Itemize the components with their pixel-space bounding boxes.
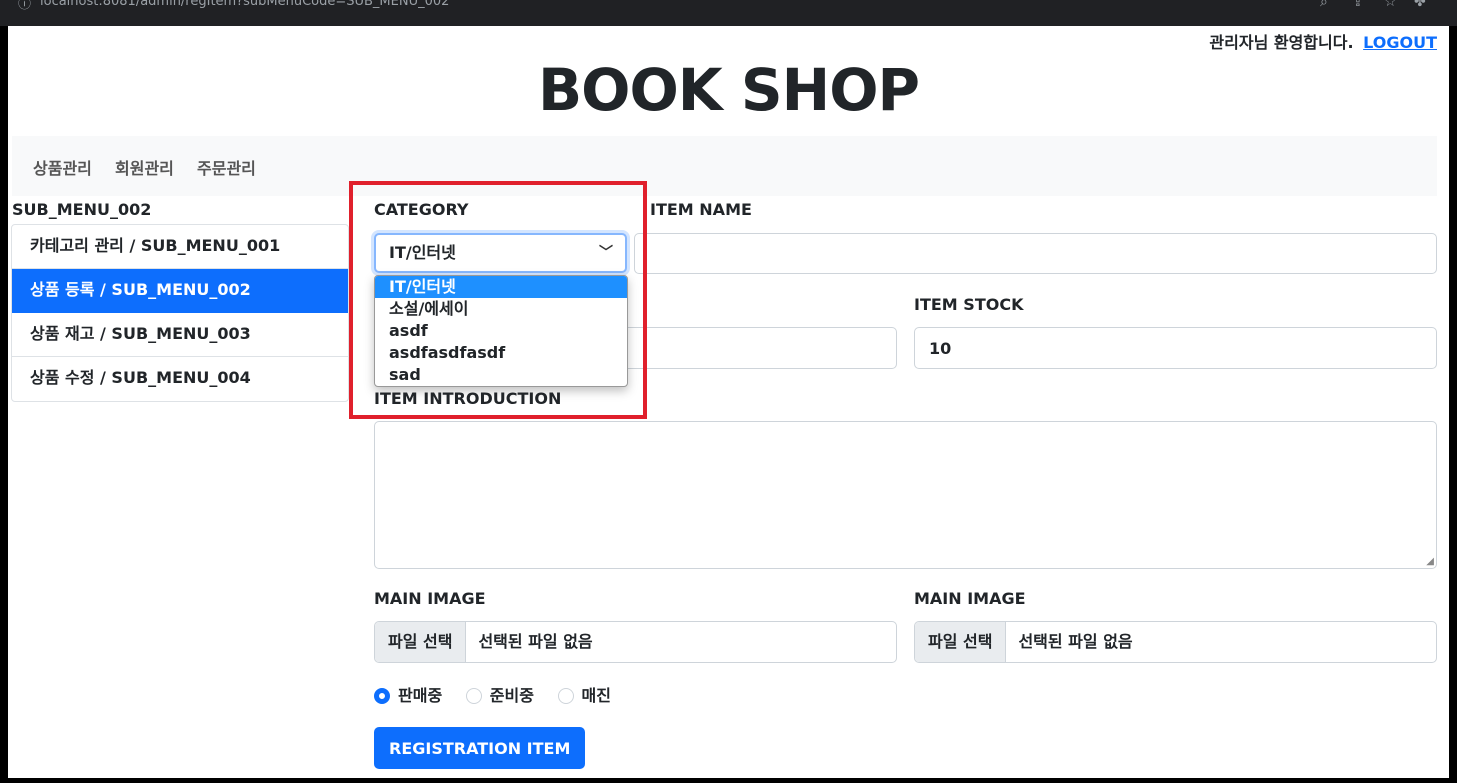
sidebar-title: SUB_MENU_002 <box>12 200 152 219</box>
browser-address-bar[interactable]: ⓘ localhost:8081/admin/regItem?subMenuCo… <box>0 0 1457 26</box>
status-radio-selling[interactable]: 판매중 <box>374 682 442 706</box>
zoom-icon[interactable]: ⌕ <box>1320 0 1328 10</box>
status-radio-soldout[interactable]: 매진 <box>557 682 611 706</box>
category-option[interactable]: asdf <box>375 320 627 342</box>
category-option[interactable]: asdfasdfasdf <box>375 342 627 364</box>
site-info-icon[interactable]: ⓘ <box>18 0 31 12</box>
category-option[interactable]: 소설/에세이 <box>375 298 627 320</box>
item-price-input[interactable] <box>618 327 897 369</box>
radio-unchecked-icon[interactable] <box>465 688 482 704</box>
sidebar-item-stock[interactable]: 상품 재고 / SUB_MENU_003 <box>12 313 348 357</box>
item-name-input[interactable] <box>634 233 1437 274</box>
top-navbar: 상품관리 회원관리 주문관리 <box>12 136 1437 196</box>
file-choose-button[interactable]: 파일 선택 <box>915 622 1007 662</box>
sub-image-file-input[interactable]: 파일 선택 선택된 파일 없음 <box>914 621 1437 663</box>
file-choose-button[interactable]: 파일 선택 <box>375 622 467 662</box>
item-intro-textarea[interactable]: ◢ <box>374 421 1437 569</box>
category-select[interactable]: IT/인터넷 ﹀ <box>374 233 627 273</box>
status-radio-group: 판매중 준비중 매진 <box>374 682 629 706</box>
sidebar-item-edit[interactable]: 상품 수정 / SUB_MENU_004 <box>12 357 348 401</box>
radio-label: 준비중 <box>489 686 534 705</box>
registration-item-button[interactable]: REGISTRATION ITEM <box>374 727 586 769</box>
radio-label: 매진 <box>581 686 611 705</box>
item-stock-label: ITEM STOCK <box>914 295 1024 314</box>
welcome-bar: 관리자님 환영합니다. LOGOUT <box>1209 29 1437 53</box>
radio-checked-icon[interactable] <box>374 688 390 704</box>
resize-handle-icon[interactable]: ◢ <box>1426 556 1434 567</box>
sub-image-label: MAIN IMAGE <box>914 589 1026 608</box>
category-option[interactable]: sad <box>375 364 627 386</box>
page: 관리자님 환영합니다. LOGOUT BOOK SHOP 상품관리 회원관리 주… <box>8 26 1449 778</box>
logout-link[interactable]: LOGOUT <box>1363 33 1437 52</box>
sidebar-item-register[interactable]: 상품 등록 / SUB_MENU_002 <box>12 269 348 313</box>
file-status-text: 선택된 파일 없음 <box>478 632 593 651</box>
item-name-label: ITEM NAME <box>650 200 752 219</box>
extensions-icon[interactable]: ✤ <box>1414 0 1426 10</box>
category-label: CATEGORY <box>374 200 469 219</box>
status-radio-preparing[interactable]: 준비중 <box>465 682 534 706</box>
nav-item-member[interactable]: 회원관리 <box>115 155 174 179</box>
radio-label: 판매중 <box>398 686 443 705</box>
radio-unchecked-icon[interactable] <box>557 688 574 704</box>
nav-item-product[interactable]: 상품관리 <box>33 155 92 179</box>
category-select-value: IT/인터넷 <box>389 243 456 262</box>
site-title: BOOK SHOP <box>537 56 920 124</box>
file-status-text: 선택된 파일 없음 <box>1018 632 1133 651</box>
main-image-file-input[interactable]: 파일 선택 선택된 파일 없음 <box>374 621 897 663</box>
welcome-text: 관리자님 환영합니다. <box>1209 33 1354 52</box>
category-dropdown[interactable]: IT/인터넷 소설/에세이 asdf asdfasdfasdf sad <box>374 275 628 387</box>
sidebar-item-category[interactable]: 카테고리 관리 / SUB_MENU_001 <box>12 225 348 269</box>
nav-item-order[interactable]: 주문관리 <box>197 155 256 179</box>
address-url[interactable]: localhost:8081/admin/regItem?subMenuCode… <box>40 0 449 9</box>
sidebar-menu: 카테고리 관리 / SUB_MENU_001 상품 등록 / SUB_MENU_… <box>11 224 349 402</box>
bookmark-star-icon[interactable]: ☆ <box>1384 0 1397 10</box>
item-stock-input[interactable] <box>914 327 1437 369</box>
main-image-label: MAIN IMAGE <box>374 589 486 608</box>
share-icon[interactable]: ⇪ <box>1352 0 1364 10</box>
item-intro-label: ITEM INTRODUCTION <box>374 389 562 408</box>
category-option[interactable]: IT/인터넷 <box>375 276 627 298</box>
chevron-down-icon: ﹀ <box>599 245 613 261</box>
